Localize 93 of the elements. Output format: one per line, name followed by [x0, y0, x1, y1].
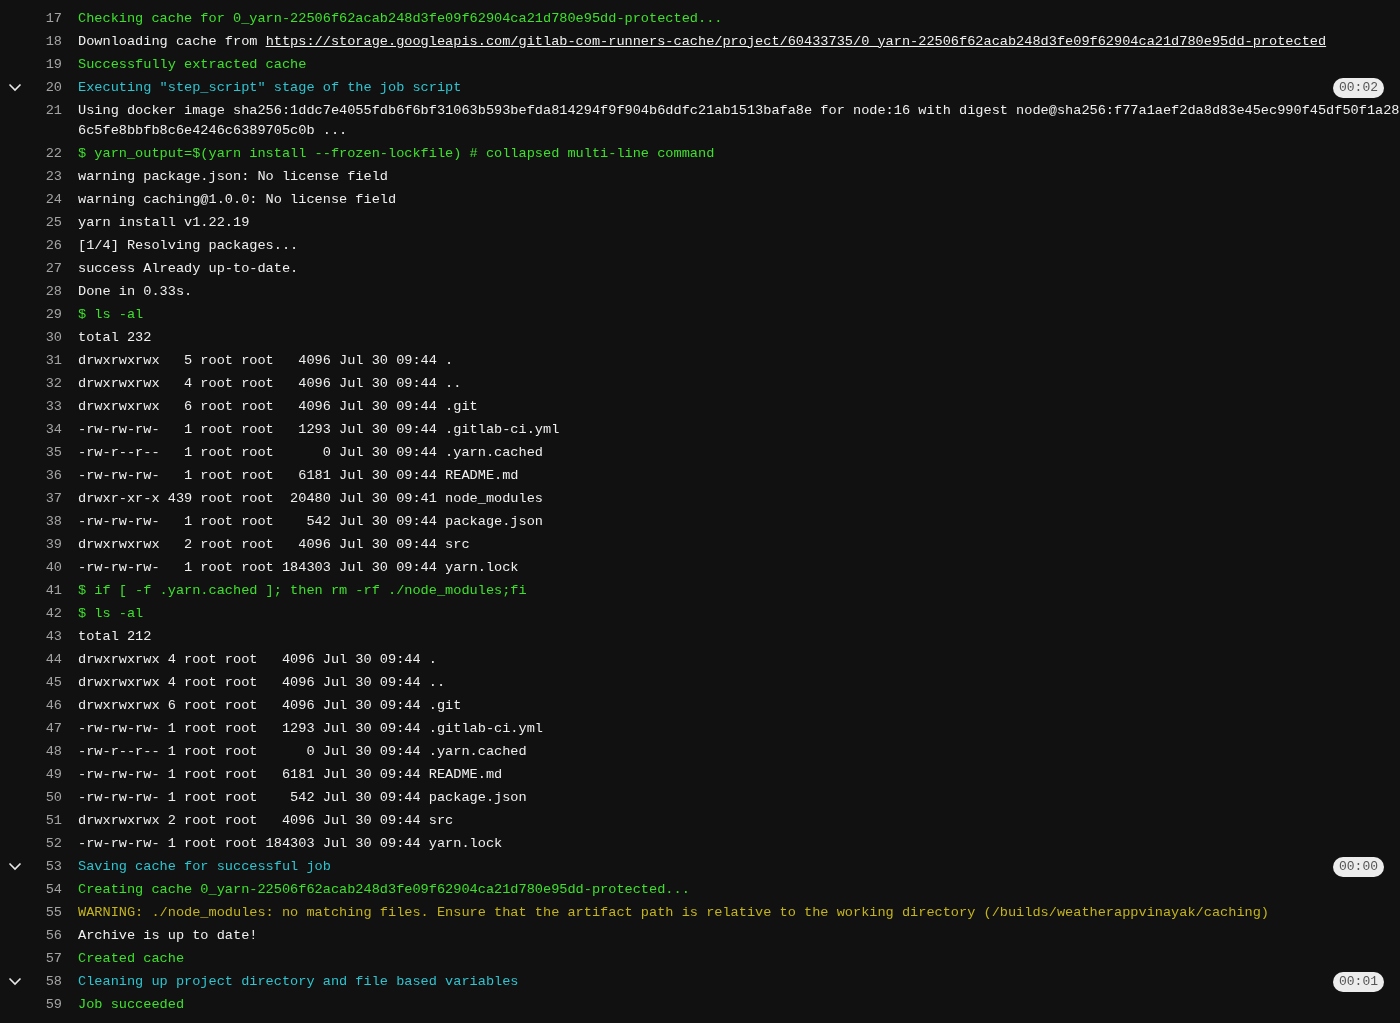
- line-number: 46: [44, 696, 62, 715]
- log-line-text: drwxrwxrwx 5 root root 4096 Jul 30 09:44 .: [78, 351, 455, 370]
- line-number: 37: [44, 489, 62, 508]
- section-header-text: Executing "step_script" stage of the job script: [78, 78, 463, 97]
- line-number: 25: [44, 213, 62, 232]
- log-line-text: Downloading cache from https://storage.googleapis.com/gitlab-com-runners-cache/project/60433735/0_yarn-22506f62acab248d3fe09f62904ca21d780e95dd-protected: [78, 32, 1328, 51]
- log-line-text: drwxrwxrwx 2 root root 4096 Jul 30 09:44 src: [78, 535, 471, 554]
- duration-badge: 00:00: [1333, 856, 1384, 877]
- line-number: 20: [44, 78, 62, 97]
- line-number: 36: [44, 466, 62, 485]
- log-line-text: Created cache: [78, 949, 186, 968]
- log-line-text: warning caching@1.0.0: No license field: [78, 190, 398, 209]
- line-number: 42: [44, 604, 62, 623]
- log-line-text: yarn install v1.22.19: [78, 213, 251, 232]
- log-line-text: Checking cache for 0_yarn-22506f62acab248d3fe09f62904ca21d780e95dd-protected...: [78, 9, 724, 28]
- log-line-text: $ ls -al: [78, 604, 145, 623]
- line-number: 54: [44, 880, 62, 899]
- log-line-text: -rw-rw-rw- 1 root root 184303 Jul 30 09:44 yarn.lock: [78, 558, 520, 577]
- log-line-text: [1/4] Resolving packages...: [78, 236, 300, 255]
- line-number: 34: [44, 420, 62, 439]
- line-number: 31: [44, 351, 62, 370]
- cache-url-link[interactable]: https://storage.googleapis.com/gitlab-com-runners-cache/project/60433735/0_yarn-22506f62acab248d3fe09f62904ca21d780e95dd-protected: [265, 33, 1327, 49]
- chevron-down-icon[interactable]: [8, 862, 22, 871]
- line-number: 52: [44, 834, 62, 853]
- log-line-text: -rw-rw-rw- 1 root root 542 Jul 30 09:44 package.json: [78, 788, 528, 807]
- log-line-text: -rw-rw-rw- 1 root root 1293 Jul 30 09:44 .gitlab-ci.yml: [78, 420, 561, 439]
- log-line-text: drwxrwxrwx 4 root root 4096 Jul 30 09:44 .: [78, 650, 438, 669]
- log-line-text: -rw-rw-rw- 1 root root 542 Jul 30 09:44 package.json: [78, 512, 544, 531]
- log-line-text: -rw-rw-rw- 1 root root 6181 Jul 30 09:44 README.md: [78, 765, 504, 784]
- log-line-text: success Already up-to-date.: [78, 259, 300, 278]
- log-line-text: $ ls -al: [78, 305, 145, 324]
- log-line-text: Done in 0.33s.: [78, 282, 194, 301]
- line-number: 33: [44, 397, 62, 416]
- line-number: 27: [44, 259, 62, 278]
- line-number: 21: [44, 101, 62, 120]
- line-number: 29: [44, 305, 62, 324]
- log-line-text: -rw-rw-rw- 1 root root 6181 Jul 30 09:44 README.md: [78, 466, 520, 485]
- line-number: 19: [44, 55, 62, 74]
- line-number: 18: [44, 32, 62, 51]
- line-number: 26: [44, 236, 62, 255]
- log-line-text: drwxrwxrwx 2 root root 4096 Jul 30 09:44 src: [78, 811, 455, 830]
- log-line-text: total 212: [78, 627, 153, 646]
- duration-badge: 00:01: [1333, 971, 1384, 992]
- line-number: 59: [44, 995, 62, 1014]
- line-number: 22: [44, 144, 62, 163]
- log-line-text: $ if [ -f .yarn.cached ]; then rm -rf ./node_modules;fi: [78, 581, 528, 600]
- log-line-text: -rw-r--r-- 1 root root 0 Jul 30 09:44 .yarn.cached: [78, 742, 528, 761]
- line-number: 38: [44, 512, 62, 531]
- log-line-text: Archive is up to date!: [78, 926, 259, 945]
- log-line-text: drwxrwxrwx 6 root root 4096 Jul 30 09:44 .git: [78, 696, 463, 715]
- line-number: 24: [44, 190, 62, 209]
- line-number: 32: [44, 374, 62, 393]
- log-line-text: Using docker image sha256:1ddc7e4055fdb6f6bf31063b593befda814294f9f904b6ddfc21ab1513bafa8e for node:16 with digest node@sha256:f77a1aef2da8d83e45ec990f45df50f1a286c5fe8bbfb8c6e4246c6389705c0b ...: [78, 101, 1400, 140]
- line-number: 43: [44, 627, 62, 646]
- section-header-text: Saving cache for successful job: [78, 857, 332, 876]
- chevron-down-icon[interactable]: [8, 83, 22, 92]
- line-number: 56: [44, 926, 62, 945]
- log-line-text: Job succeeded: [78, 995, 186, 1014]
- log-line-text: drwxrwxrwx 6 root root 4096 Jul 30 09:44 .git: [78, 397, 479, 416]
- chevron-down-icon[interactable]: [8, 977, 22, 986]
- line-number: 47: [44, 719, 62, 738]
- line-number: 55: [44, 903, 62, 922]
- duration-badge: 00:02: [1333, 77, 1384, 98]
- log-line-text: WARNING: ./node_modules: no matching files. Ensure that the artifact path is relative to the working directory (/builds/weatherappvinayak/caching): [78, 903, 1270, 922]
- log-line-text: $ yarn_output=$(yarn install --frozen-lockfile) # collapsed multi-line command: [78, 144, 716, 163]
- line-number: 17: [44, 9, 62, 28]
- log-line-text: Creating cache 0_yarn-22506f62acab248d3fe09f62904ca21d780e95dd-protected...: [78, 880, 691, 899]
- log-line-text: -rw-rw-rw- 1 root root 184303 Jul 30 09:44 yarn.lock: [78, 834, 504, 853]
- line-number: 39: [44, 535, 62, 554]
- log-line-text: -rw-rw-rw- 1 root root 1293 Jul 30 09:44 .gitlab-ci.yml: [78, 719, 544, 738]
- line-number: 50: [44, 788, 62, 807]
- section-header-text: Cleaning up project directory and file based variables: [78, 972, 520, 991]
- line-number: 53: [44, 857, 62, 876]
- log-line-text: -rw-r--r-- 1 root root 0 Jul 30 09:44 .yarn.cached: [78, 443, 544, 462]
- line-number: 51: [44, 811, 62, 830]
- line-number: 57: [44, 949, 62, 968]
- line-number: 35: [44, 443, 62, 462]
- log-line-text: drwxrwxrwx 4 root root 4096 Jul 30 09:44 ..: [78, 673, 447, 692]
- line-number: 48: [44, 742, 62, 761]
- line-number: 28: [44, 282, 62, 301]
- log-line-text: total 232: [78, 328, 153, 347]
- line-number: 45: [44, 673, 62, 692]
- line-number: 30: [44, 328, 62, 347]
- log-line-text: drwxr-xr-x 439 root root 20480 Jul 30 09:41 node_modules: [78, 489, 544, 508]
- line-number: 40: [44, 558, 62, 577]
- log-line-text: warning package.json: No license field: [78, 167, 389, 186]
- line-number: 49: [44, 765, 62, 784]
- line-number: 44: [44, 650, 62, 669]
- line-number: 58: [44, 972, 62, 991]
- line-number: 23: [44, 167, 62, 186]
- log-line-text: drwxrwxrwx 4 root root 4096 Jul 30 09:44 ..: [78, 374, 463, 393]
- line-number: 41: [44, 581, 62, 600]
- log-line-text: Successfully extracted cache: [78, 55, 308, 74]
